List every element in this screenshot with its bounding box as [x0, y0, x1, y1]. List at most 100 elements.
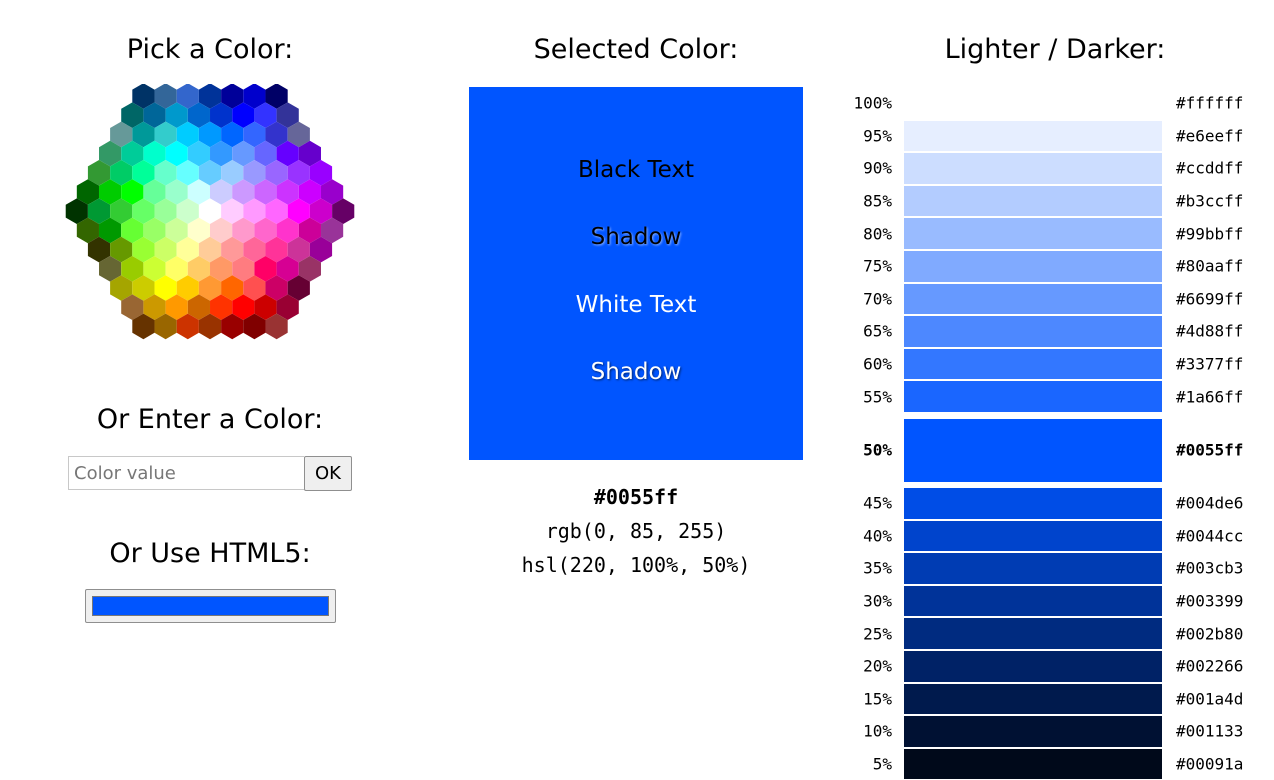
shade-swatch[interactable] [904, 683, 1162, 715]
shade-swatch[interactable] [904, 218, 1162, 249]
shade-percent: 90% [863, 158, 892, 178]
shade-percent: 45% [863, 493, 892, 513]
shade-swatch[interactable] [904, 553, 1162, 584]
shade-swatch[interactable] [904, 520, 1162, 552]
shade-row: 100% #ffffff [836, 87, 1274, 120]
shade-swatch[interactable] [904, 316, 1162, 347]
shade-hex-code: #003399 [1176, 591, 1244, 611]
shade-percent: 35% [863, 558, 892, 578]
shade-hex-code: #e6eeff [1176, 126, 1244, 146]
shade-row: 30% #003399 [836, 585, 1274, 618]
black-text-sample: Black Text [577, 157, 695, 183]
html5-title: Or Use HTML5: [109, 538, 311, 569]
shade-row: 95% #e6eeff [836, 120, 1274, 153]
shade-hex-code: #99bbff [1176, 224, 1244, 244]
selected-hex-code: #0055ff [593, 485, 679, 509]
selected-hsl-code: hsl(220, 100%, 50%) [521, 553, 751, 577]
shade-hex-code: #001a4d [1176, 689, 1244, 709]
shade-hex-code: #002266 [1176, 656, 1244, 676]
shade-swatch[interactable] [904, 120, 1162, 152]
selected-color-title: Selected Color: [533, 34, 739, 65]
shade-row: 5% #00091a [836, 748, 1274, 780]
shade-hex-code: #001133 [1176, 721, 1244, 741]
shade-hex-code: #002b80 [1176, 624, 1244, 644]
shade-hex-code: #b3ccff [1176, 191, 1244, 211]
html5-color-swatch [92, 596, 329, 616]
shade-swatch[interactable] [904, 185, 1162, 217]
shade-swatch[interactable] [904, 88, 1162, 119]
shade-percent: 10% [863, 721, 892, 741]
shade-row: 85% #b3ccff [836, 185, 1274, 218]
white-text-sample: White Text [575, 292, 697, 318]
shade-row: 15% #001a4d [836, 683, 1274, 716]
white-shadow-sample: Shadow [590, 359, 682, 385]
shade-swatch[interactable] [904, 250, 1162, 282]
shade-percent: 75% [863, 256, 892, 276]
shade-hex-code: #80aaff [1176, 256, 1244, 276]
shade-hex-code: #0055ff [1176, 440, 1244, 460]
shade-percent: 60% [863, 354, 892, 374]
shade-hex-code: #4d88ff [1176, 321, 1244, 341]
shade-list: 100% #ffffff 95% #e6eeff 90% #ccddff 85% #b3ccf… [836, 87, 1274, 780]
shade-swatch[interactable] [904, 650, 1162, 682]
color-value-input[interactable] [68, 456, 304, 490]
shade-row: 70% #6699ff [836, 283, 1274, 316]
shade-percent: 25% [863, 624, 892, 644]
shade-swatch[interactable] [904, 618, 1162, 649]
black-shadow-sample: Shadow [590, 224, 682, 250]
shade-swatch[interactable] [904, 153, 1162, 184]
enter-color-title: Or Enter a Color: [96, 404, 324, 435]
shade-hex-code: #6699ff [1176, 289, 1244, 309]
shade-row: 75% #80aaff [836, 250, 1274, 283]
shade-swatch[interactable] [904, 418, 1162, 482]
shade-swatch[interactable] [904, 585, 1162, 617]
pick-color-title: Pick a Color: [126, 34, 294, 65]
shade-percent: 85% [863, 191, 892, 211]
hexagon-map-svg [65, 84, 355, 340]
shade-percent: 70% [863, 289, 892, 309]
shade-row: 90% #ccddff [836, 152, 1274, 185]
ok-button[interactable]: OK [304, 456, 352, 491]
shade-hex-code: #003cb3 [1176, 558, 1244, 578]
shade-swatch[interactable] [904, 487, 1162, 519]
shade-row: 50% #0055ff [836, 418, 1274, 483]
shade-hex-code: #ffffff [1176, 93, 1244, 113]
html5-color-picker[interactable] [85, 589, 336, 623]
shade-percent: 20% [863, 656, 892, 676]
shade-swatch[interactable] [904, 283, 1162, 315]
selected-color-preview: Black Text Shadow White Text Shadow [469, 87, 803, 460]
lighter-darker-title: Lighter / Darker: [944, 34, 1166, 65]
shade-row: 55% #1a66ff [836, 380, 1274, 413]
shade-swatch[interactable] [904, 348, 1162, 380]
shade-percent: 50% [863, 440, 892, 460]
shade-percent: 65% [863, 321, 892, 341]
shade-percent: 95% [863, 126, 892, 146]
shade-swatch[interactable] [904, 716, 1162, 747]
shade-row: 80% #99bbff [836, 217, 1274, 250]
shade-hex-code: #ccddff [1176, 158, 1244, 178]
selected-rgb-code: rgb(0, 85, 255) [545, 519, 727, 543]
shade-row: 10% #001133 [836, 715, 1274, 748]
shade-row: 40% #0044cc [836, 520, 1274, 553]
shade-row: 20% #002266 [836, 650, 1274, 683]
shade-percent: 40% [863, 526, 892, 546]
shade-row: 65% #4d88ff [836, 315, 1274, 348]
shade-swatch[interactable] [904, 748, 1162, 780]
shade-percent: 15% [863, 689, 892, 709]
shade-percent: 5% [872, 754, 892, 774]
shade-percent: 55% [863, 387, 892, 407]
shade-row: 45% #004de6 [836, 487, 1274, 520]
shade-percent: 30% [863, 591, 892, 611]
shade-row: 25% #002b80 [836, 617, 1274, 650]
shade-hex-code: #00091a [1176, 754, 1244, 774]
shade-swatch[interactable] [904, 381, 1162, 412]
shade-row: 35% #003cb3 [836, 552, 1274, 585]
shade-row: 60% #3377ff [836, 348, 1274, 381]
shade-hex-code: #004de6 [1176, 493, 1244, 513]
shade-hex-code: #1a66ff [1176, 387, 1244, 407]
shade-hex-code: #0044cc [1176, 526, 1244, 546]
shade-percent: 100% [853, 93, 892, 113]
shade-percent: 80% [863, 224, 892, 244]
shade-hex-code: #3377ff [1176, 354, 1244, 374]
hexagon-color-map [60, 84, 360, 340]
